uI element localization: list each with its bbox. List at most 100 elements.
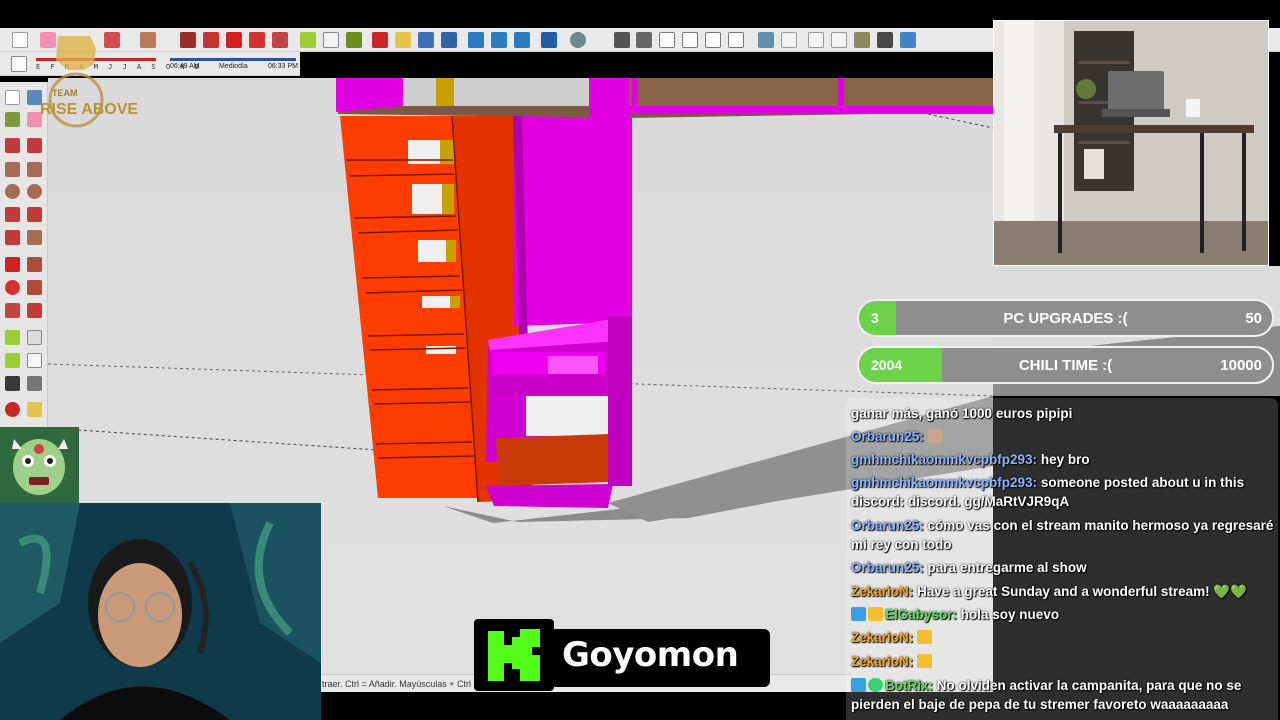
- facecam-image: [0, 503, 321, 720]
- back-view-icon[interactable]: [705, 32, 721, 48]
- zoom-tool-icon[interactable]: [418, 32, 434, 48]
- chat-message: Orbarun25:: [851, 427, 1275, 446]
- text-tool-icon[interactable]: [323, 32, 339, 48]
- shaded-style-icon[interactable]: [854, 32, 870, 48]
- push-pull-icon[interactable]: [180, 32, 196, 48]
- right-view-icon[interactable]: [682, 32, 698, 48]
- desk-photo: [994, 21, 1268, 265]
- team-logo-line1: TEAM: [52, 88, 78, 98]
- tape-measure-icon[interactable]: [300, 32, 316, 48]
- scale-tool-icon[interactable]: [272, 32, 288, 48]
- rotated-rectangle-icon[interactable]: [27, 162, 42, 177]
- chat-text: para entregarme al show: [927, 560, 1087, 575]
- chat-username[interactable]: ElGabysor:: [885, 607, 957, 622]
- facecam: [0, 503, 321, 720]
- select-icon[interactable]: [5, 90, 20, 105]
- text-icon[interactable]: [27, 353, 42, 368]
- pie-icon[interactable]: [27, 230, 42, 245]
- chat-username[interactable]: ZekarioN:: [851, 584, 913, 599]
- offset-icon[interactable]: [27, 303, 42, 318]
- top-view-icon[interactable]: [636, 32, 652, 48]
- follow-me-tool-icon[interactable]: [27, 280, 42, 295]
- tape-measure-tool-icon[interactable]: [5, 330, 20, 345]
- follow-me-icon[interactable]: [203, 32, 219, 48]
- chat-message: BotRix: No olviden activar la campanita,…: [851, 676, 1275, 714]
- xray-style-icon[interactable]: [758, 32, 774, 48]
- rotate-icon[interactable]: [5, 280, 20, 295]
- orbit-icon[interactable]: [5, 402, 20, 417]
- user-account-icon[interactable]: [570, 32, 586, 48]
- goal-bar-pc-upgrades: 3 PC UPGRADES :( 50: [857, 299, 1274, 337]
- wireframe-style-icon[interactable]: [808, 32, 824, 48]
- shaded-textures-style-icon[interactable]: [877, 32, 893, 48]
- chat-username[interactable]: ZekarioN:: [851, 630, 913, 645]
- dimension-icon[interactable]: [27, 330, 42, 345]
- chat-username[interactable]: gmhmchikaommkvcpbfp293:: [851, 452, 1037, 467]
- paint-bucket-icon[interactable]: [346, 32, 362, 48]
- chat-message: ZekarioN: Have a great Sunday and a wond…: [851, 582, 1275, 601]
- push-pull-tool-icon[interactable]: [27, 257, 42, 272]
- circle-icon[interactable]: [5, 184, 20, 199]
- freehand-icon[interactable]: [27, 138, 42, 153]
- two-point-arc-icon[interactable]: [27, 207, 42, 222]
- arc-icon[interactable]: [5, 207, 20, 222]
- chat-message: ZekarioN:: [851, 652, 1275, 671]
- styles-icon[interactable]: [541, 32, 557, 48]
- rotate-tool-icon[interactable]: [249, 32, 265, 48]
- desk-camera-image: [993, 20, 1269, 266]
- streamer-avatar: [0, 427, 79, 503]
- select-tool-icon[interactable]: [12, 32, 28, 48]
- chat-text: Have a great Sunday and a wonderful stre…: [917, 584, 1247, 599]
- crown-emote-icon: [917, 654, 933, 668]
- kick-logo-icon: [474, 619, 554, 691]
- orbit-tool-icon[interactable]: [372, 32, 388, 48]
- front-view-icon[interactable]: [659, 32, 675, 48]
- pan-tool-icon[interactable]: [395, 32, 411, 48]
- time-start-label: 06:49 AM: [170, 63, 200, 70]
- rectangle-tool-icon[interactable]: [140, 32, 156, 48]
- back-edges-style-icon[interactable]: [781, 32, 797, 48]
- paint-icon[interactable]: [5, 112, 20, 127]
- three-point-arc-icon[interactable]: [5, 230, 20, 245]
- outliner-icon[interactable]: [468, 32, 484, 48]
- move-tool-icon[interactable]: [226, 32, 242, 48]
- scale-icon[interactable]: [5, 303, 20, 318]
- chat-message: gmhmchikaommkvcpbfp293: someone posted a…: [851, 473, 1275, 511]
- hidden-line-style-icon[interactable]: [831, 32, 847, 48]
- chat-username[interactable]: Orbarun25:: [851, 429, 924, 444]
- 3d-text-icon[interactable]: [27, 376, 42, 391]
- kick-channel-banner: Goyomon: [474, 619, 770, 691]
- stream-screen: E F M A M J J A S O N D 06:49 AM Mediodí…: [0, 0, 1280, 720]
- chat-username[interactable]: Orbarun25:: [851, 560, 924, 575]
- zoom-extents-icon[interactable]: [441, 32, 457, 48]
- chat-message: ElGabysor: hola soy nuevo: [851, 605, 1275, 624]
- rectangle-icon[interactable]: [5, 162, 20, 177]
- shadows-toggle-icon[interactable]: [11, 56, 27, 72]
- pan-icon[interactable]: [27, 402, 42, 417]
- line-icon[interactable]: [5, 138, 20, 153]
- chat-username[interactable]: BotRix:: [885, 678, 933, 693]
- chat-text: ganar más, ganó 1000 euros pipipi: [851, 406, 1073, 421]
- polygon-icon[interactable]: [27, 184, 42, 199]
- left-view-icon[interactable]: [728, 32, 744, 48]
- time-slider[interactable]: [170, 58, 296, 61]
- monochrome-style-icon[interactable]: [900, 32, 916, 48]
- chat-username[interactable]: Orbarun25:: [851, 518, 924, 533]
- goal-title: PC UPGRADES :(: [1003, 310, 1128, 327]
- move-icon[interactable]: [5, 257, 20, 272]
- stream-chat: ganar más, ganó 1000 euros pipipi Orbaru…: [846, 398, 1278, 720]
- goal-target-value: 50: [1245, 310, 1262, 327]
- axes-icon[interactable]: [5, 376, 20, 391]
- protractor-icon[interactable]: [5, 353, 20, 368]
- chat-username[interactable]: gmhmchikaommkvcpbfp293:: [851, 475, 1037, 490]
- layers-icon[interactable]: [514, 32, 530, 48]
- chat-message: Orbarun25: cómo vas con el stream manito…: [851, 516, 1275, 554]
- time-end-label: 06:33 PM: [268, 63, 298, 70]
- goal-target-value: 10000: [1220, 357, 1262, 374]
- components-icon[interactable]: [491, 32, 507, 48]
- chat-message: ganar más, ganó 1000 euros pipipi: [851, 404, 1275, 423]
- large-tool-set: [0, 82, 48, 428]
- chat-username[interactable]: ZekarioN:: [851, 654, 913, 669]
- iso-view-icon[interactable]: [614, 32, 630, 48]
- goal-title: CHILI TIME :(: [1018, 357, 1113, 374]
